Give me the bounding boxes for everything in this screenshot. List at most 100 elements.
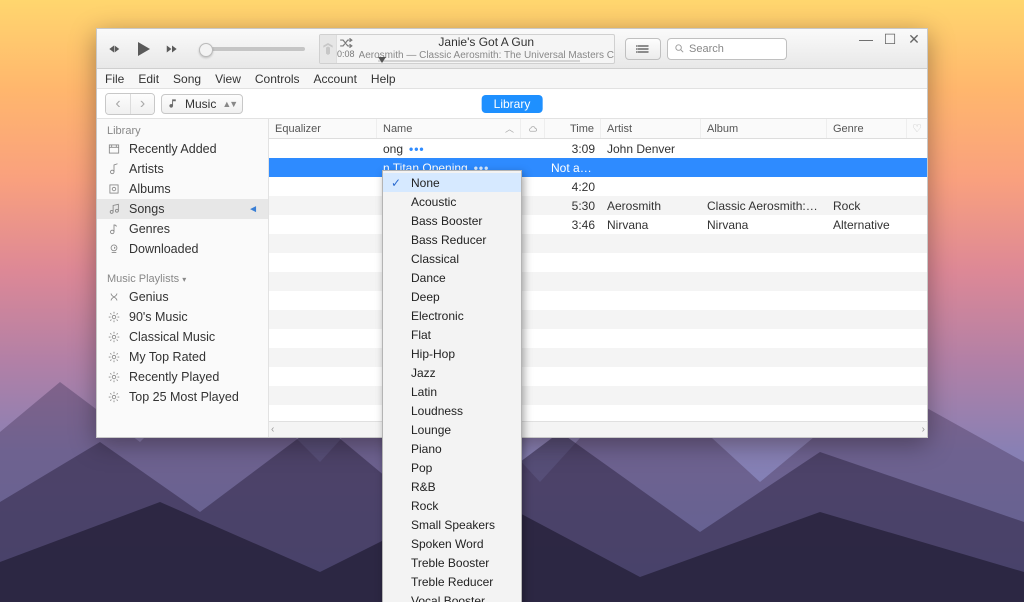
search-icon: [674, 43, 685, 54]
playback-controls: [107, 37, 305, 61]
equalizer-option-treble-booster[interactable]: Treble Booster: [383, 553, 521, 572]
equalizer-option-pop[interactable]: Pop: [383, 458, 521, 477]
equalizer-option-latin[interactable]: Latin: [383, 382, 521, 401]
shuffle-status[interactable]: 0:08: [337, 36, 355, 61]
equalizer-menu[interactable]: NoneAcousticBass BoosterBass ReducerClas…: [382, 170, 522, 602]
equalizer-option-electronic[interactable]: Electronic: [383, 306, 521, 325]
sidebar-item-genres[interactable]: Genres: [97, 219, 268, 239]
col-love[interactable]: ♡: [907, 119, 927, 138]
search-input[interactable]: Search: [667, 38, 787, 60]
menu-controls[interactable]: Controls: [255, 72, 300, 86]
more-icon[interactable]: •••: [409, 142, 425, 156]
menu-help[interactable]: Help: [371, 72, 396, 86]
sidebar-item-recently-added[interactable]: Recently Added: [97, 139, 268, 159]
table-row: [269, 329, 927, 348]
sidebar-item-artists[interactable]: Artists: [97, 159, 268, 179]
playlist-item-genius[interactable]: Genius: [97, 287, 268, 307]
list-view-button[interactable]: [625, 38, 661, 60]
minimize-button[interactable]: —: [859, 32, 873, 46]
equalizer-option-r-b[interactable]: R&B: [383, 477, 521, 496]
scroll-right-icon[interactable]: ›: [922, 424, 925, 435]
equalizer-option-vocal-booster[interactable]: Vocal Booster: [383, 591, 521, 602]
equalizer-option-treble-reducer[interactable]: Treble Reducer: [383, 572, 521, 591]
horizontal-scrollbar[interactable]: ‹ ›: [269, 421, 927, 437]
menu-view[interactable]: View: [215, 72, 241, 86]
equalizer-option-dance[interactable]: Dance: [383, 268, 521, 287]
secondary-bar: ‹ › Music ▲▼ Library: [97, 89, 927, 119]
next-button[interactable]: [165, 42, 179, 56]
nav-back-button[interactable]: ‹: [106, 94, 130, 114]
table-row[interactable]: ong•••3:09John Denver: [269, 139, 927, 158]
nav-forward-button[interactable]: ›: [130, 94, 154, 114]
equalizer-option-spoken-word[interactable]: Spoken Word: [383, 534, 521, 553]
sidebar-item-albums[interactable]: Albums: [97, 179, 268, 199]
equalizer-option-piano[interactable]: Piano: [383, 439, 521, 458]
table-row: [269, 386, 927, 405]
equalizer-option-flat[interactable]: Flat: [383, 325, 521, 344]
volume-slider[interactable]: [201, 47, 305, 51]
equalizer-option-deep[interactable]: Deep: [383, 287, 521, 306]
playlist-item-90-s-music[interactable]: 90's Music: [97, 307, 268, 327]
chevron-updown-icon: ▲▼: [222, 99, 236, 109]
equalizer-option-bass-reducer[interactable]: Bass Reducer: [383, 230, 521, 249]
sidebar-playlists-header: Music Playlists ▾: [97, 267, 268, 287]
equalizer-option-small-speakers[interactable]: Small Speakers: [383, 515, 521, 534]
menu-edit[interactable]: Edit: [138, 72, 159, 86]
playlist-item-classical-music[interactable]: Classical Music: [97, 327, 268, 347]
table-row[interactable]: 4:20: [269, 177, 927, 196]
progress-bar[interactable]: [378, 59, 580, 63]
table-row[interactable]: n Titan Opening•••Not av…: [269, 158, 927, 177]
sidebar-item-downloaded[interactable]: Downloaded: [97, 239, 268, 259]
col-name[interactable]: Name ︿: [377, 119, 521, 138]
sidebar-library-header: Library: [97, 119, 268, 139]
music-note-icon: [168, 98, 179, 109]
col-time[interactable]: Time: [545, 119, 601, 138]
scroll-left-icon[interactable]: ‹: [271, 424, 274, 435]
now-playing-display: 0:08 Janie's Got A Gun Aerosmith — Class…: [319, 34, 615, 64]
media-kind-selector[interactable]: Music ▲▼: [161, 94, 243, 114]
table-row: [269, 253, 927, 272]
equalizer-option-loudness[interactable]: Loudness: [383, 401, 521, 420]
table-row: [269, 291, 927, 310]
equalizer-option-acoustic[interactable]: Acoustic: [383, 192, 521, 211]
menu-song[interactable]: Song: [173, 72, 201, 86]
artwork-icon: [320, 35, 337, 63]
equalizer-option-none[interactable]: None: [383, 173, 521, 192]
column-headers: Equalizer Name ︿ Time Artist Album Genre…: [269, 119, 927, 139]
play-button[interactable]: [131, 37, 155, 61]
equalizer-option-hip-hop[interactable]: Hip-Hop: [383, 344, 521, 363]
library-pill[interactable]: Library: [482, 95, 543, 113]
menu-account[interactable]: Account: [314, 72, 357, 86]
equalizer-option-rock[interactable]: Rock: [383, 496, 521, 515]
equalizer-option-lounge[interactable]: Lounge: [383, 420, 521, 439]
now-playing-indicator-icon: ◄: [248, 204, 258, 215]
table-row[interactable]: n Who Sold The World (ly…3:46NirvanaNirv…: [269, 215, 927, 234]
cloud-icon: [527, 124, 538, 134]
lcd-title: Janie's Got A Gun: [359, 36, 614, 49]
maximize-button[interactable]: ☐: [883, 32, 897, 46]
table-row: [269, 367, 927, 386]
playlist-item-recently-played[interactable]: Recently Played: [97, 367, 268, 387]
sidebar-item-songs[interactable]: Songs◄: [97, 199, 268, 219]
song-list: Equalizer Name ︿ Time Artist Album Genre…: [269, 119, 927, 437]
equalizer-option-bass-booster[interactable]: Bass Booster: [383, 211, 521, 230]
menu-file[interactable]: File: [105, 72, 124, 86]
nav-back-forward: ‹ ›: [105, 93, 155, 115]
playlist-item-my-top-rated[interactable]: My Top Rated: [97, 347, 268, 367]
col-artist[interactable]: Artist: [601, 119, 701, 138]
col-genre[interactable]: Genre: [827, 119, 907, 138]
table-row[interactable]: Got A Gun5:30AerosmithClassic Aerosmith:…: [269, 196, 927, 215]
col-equalizer[interactable]: Equalizer: [269, 119, 377, 138]
equalizer-option-jazz[interactable]: Jazz: [383, 363, 521, 382]
playlist-item-top-25-most-played[interactable]: Top 25 Most Played: [97, 387, 268, 407]
table-row: [269, 234, 927, 253]
equalizer-option-classical[interactable]: Classical: [383, 249, 521, 268]
close-button[interactable]: ✕: [907, 32, 921, 46]
table-row: [269, 348, 927, 367]
window-controls: — ☐ ✕: [859, 32, 921, 46]
previous-button[interactable]: [107, 42, 121, 56]
col-cloud[interactable]: [521, 119, 545, 138]
sidebar: Library Recently AddedArtistsAlbumsSongs…: [97, 119, 269, 437]
top-toolbar: 0:08 Janie's Got A Gun Aerosmith — Class…: [97, 29, 927, 69]
col-album[interactable]: Album: [701, 119, 827, 138]
